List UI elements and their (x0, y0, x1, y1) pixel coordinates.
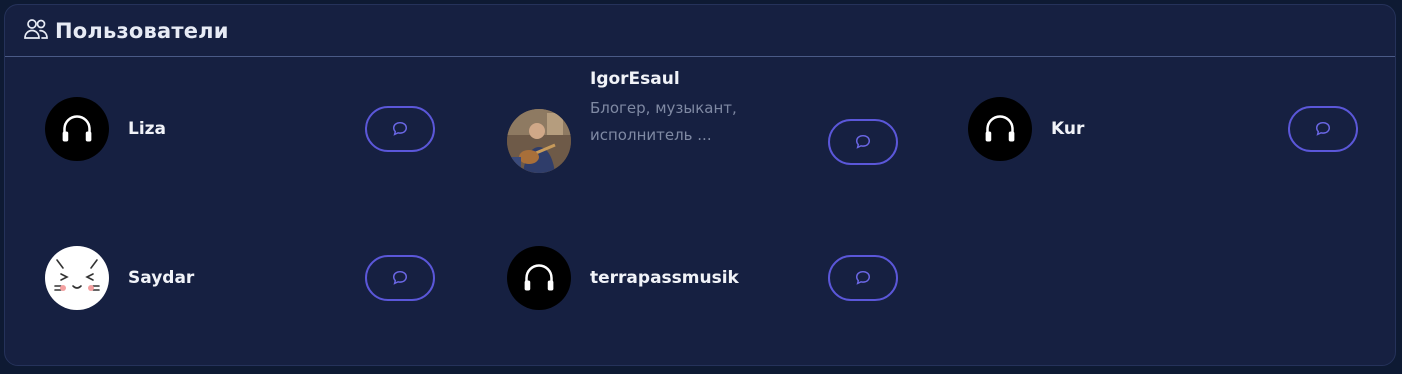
user-name[interactable]: terrapassmusik (590, 268, 739, 288)
user-name[interactable]: IgorEsaul (590, 69, 680, 89)
avatar[interactable] (45, 97, 109, 161)
user-name[interactable]: Kur (1051, 119, 1084, 139)
message-button[interactable] (828, 119, 898, 165)
users-icon (23, 16, 55, 46)
message-button[interactable] (1288, 106, 1358, 152)
chat-bubble-icon (392, 270, 408, 285)
chat-bubble-icon (855, 270, 871, 285)
user-name[interactable]: Saydar (128, 268, 194, 288)
avatar[interactable] (968, 97, 1032, 161)
message-button[interactable] (828, 255, 898, 301)
user-name[interactable]: Liza (128, 119, 166, 139)
avatar[interactable] (45, 246, 109, 310)
headphones-icon (985, 115, 1015, 142)
users-panel: Пользователи Liza IgorEsaul Блогер, музы… (4, 4, 1396, 366)
chat-bubble-icon (1315, 121, 1331, 136)
photo-guitarist (507, 109, 571, 173)
panel-title: Пользователи (55, 18, 229, 43)
user-bio: Блогер, музыкант, исполнитель ... (590, 99, 737, 144)
user-card[interactable]: terrapassmusik (507, 222, 907, 332)
chat-bubble-icon (392, 121, 408, 136)
user-card[interactable]: IgorEsaul Блогер, музыкант, исполнитель … (507, 69, 907, 183)
chat-bubble-icon (855, 134, 871, 149)
users-grid: Liza IgorEsaul Блогер, музыкант, исполни… (5, 57, 1395, 365)
panel-header: Пользователи (5, 5, 1395, 57)
avatar[interactable] (507, 109, 571, 173)
user-card[interactable]: Liza (45, 73, 445, 183)
message-button[interactable] (365, 106, 435, 152)
headphones-icon (524, 264, 554, 291)
avatar[interactable] (507, 246, 571, 310)
user-card[interactable]: Saydar (45, 222, 445, 332)
user-card[interactable]: Kur (968, 73, 1368, 183)
headphones-icon (62, 115, 92, 142)
message-button[interactable] (365, 255, 435, 301)
anime-cat-face (54, 259, 100, 291)
